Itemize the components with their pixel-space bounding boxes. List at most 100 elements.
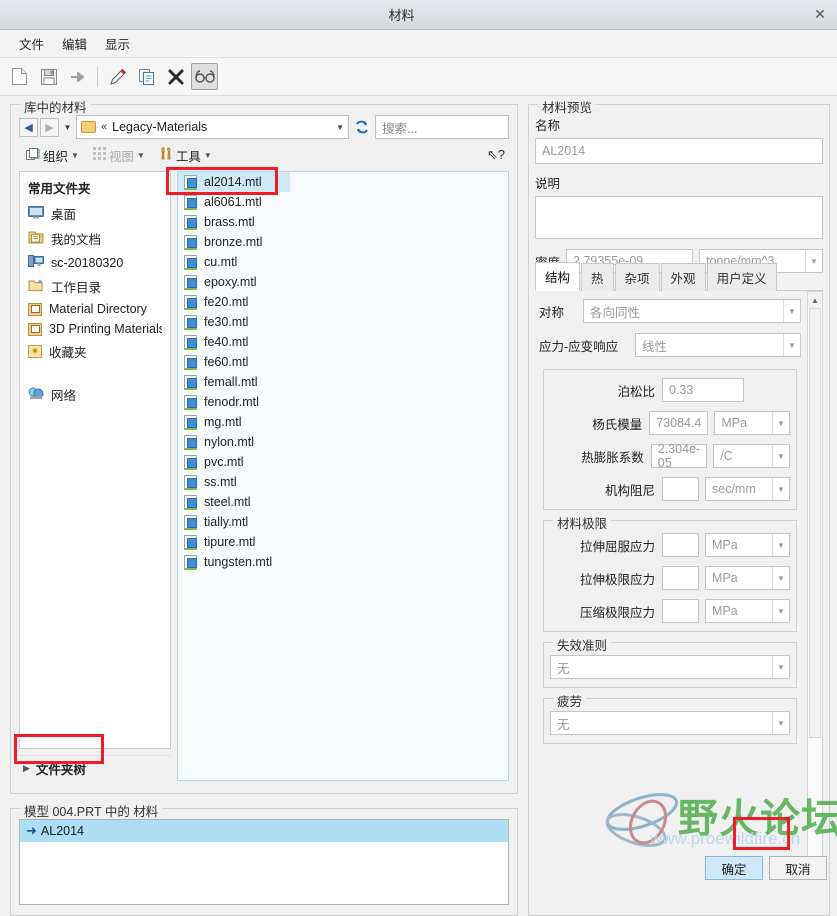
folder-tree-toggle[interactable]: ▶ 文件夹树 bbox=[19, 755, 171, 781]
apply-arrow-button[interactable] bbox=[64, 63, 91, 90]
history-dropdown-icon[interactable]: ▼ bbox=[61, 118, 74, 137]
tab-user-defined[interactable]: 用户定义 bbox=[706, 263, 777, 291]
working-directory-icon bbox=[28, 278, 44, 295]
breadcrumb-path[interactable]: Legacy-Materials bbox=[112, 120, 207, 134]
tab-structure[interactable]: 结构 bbox=[535, 262, 581, 291]
tensile-ultimate-input[interactable] bbox=[662, 566, 699, 590]
tab-misc[interactable]: 杂项 bbox=[614, 263, 660, 291]
file-list-item[interactable]: brass.mtl bbox=[178, 212, 508, 232]
chevron-down-icon: ▼ bbox=[783, 300, 800, 322]
delete-button[interactable] bbox=[162, 63, 189, 90]
save-button[interactable] bbox=[35, 63, 62, 90]
file-name: bronze.mtl bbox=[204, 235, 263, 249]
material-description-input[interactable] bbox=[535, 196, 823, 239]
file-list-item[interactable]: bronze.mtl bbox=[178, 232, 508, 252]
file-list-item[interactable]: tipure.mtl bbox=[178, 532, 508, 552]
file-list-item[interactable]: tially.mtl bbox=[178, 512, 508, 532]
file-list-item[interactable]: fe20.mtl bbox=[178, 292, 508, 312]
compressive-ultimate-input[interactable] bbox=[662, 599, 699, 623]
view-toggle-button[interactable] bbox=[191, 63, 218, 90]
young-modulus-input[interactable]: 73084.4 bbox=[649, 411, 709, 435]
file-list-item[interactable]: tungsten.mtl bbox=[178, 552, 508, 572]
mechanism-damping-input[interactable] bbox=[662, 477, 699, 501]
scroll-up-button[interactable]: ▲ bbox=[808, 292, 822, 308]
file-list-item[interactable]: fenodr.mtl bbox=[178, 392, 508, 412]
model-materials-group: 模型 004.PRT 中的 材料 ➜ AL2014 bbox=[10, 801, 518, 916]
tools-icon bbox=[159, 146, 173, 164]
fatigue-select[interactable]: 无 ▼ bbox=[550, 711, 790, 735]
chevron-down-icon: ▼ bbox=[772, 534, 789, 556]
back-button[interactable]: ◀ bbox=[19, 117, 38, 137]
file-list-item[interactable]: fe30.mtl bbox=[178, 312, 508, 332]
tab-thermal[interactable]: 热 bbox=[581, 263, 614, 291]
thermal-expansion-unit-select[interactable]: /C ▼ bbox=[713, 444, 790, 468]
symmetry-select[interactable]: 各向同性 ▼ bbox=[583, 299, 801, 323]
tab-appearance[interactable]: 外观 bbox=[660, 263, 706, 291]
sidebar-item-network[interactable]: 网络 bbox=[20, 382, 170, 407]
sidebar-item-3d-printing-materials[interactable]: 3D Printing Materials bbox=[20, 319, 170, 339]
scrollbar-thumb[interactable] bbox=[809, 308, 821, 738]
file-list-item[interactable]: epoxy.mtl bbox=[178, 272, 508, 292]
material-file-icon bbox=[184, 294, 197, 310]
tensile-yield-label: 拉伸屈服应力 bbox=[579, 539, 655, 554]
refresh-button[interactable] bbox=[351, 115, 373, 139]
chevron-down-icon: ▼ bbox=[136, 150, 145, 160]
material-file-icon bbox=[184, 534, 197, 550]
file-list-item[interactable]: mg.mtl bbox=[178, 412, 508, 432]
organize-icon bbox=[26, 147, 40, 164]
search-input[interactable]: 搜索... bbox=[375, 115, 509, 139]
help-cursor-icon[interactable]: ⇖? bbox=[487, 147, 509, 163]
sidebar-item-favorites[interactable]: ✷ 收藏夹 bbox=[20, 339, 170, 364]
sidebar-item-computer[interactable]: sc-20180320 bbox=[20, 251, 170, 274]
sidebar-item-my-documents[interactable]: 我的文档 bbox=[20, 226, 170, 251]
grid-view-icon bbox=[92, 147, 106, 163]
menu-display[interactable]: 显示 bbox=[96, 30, 139, 57]
material-name-input[interactable]: AL2014 bbox=[535, 138, 823, 164]
file-list[interactable]: al2014.mtl al6061.mtl brass.mtl bronze.m… bbox=[177, 171, 509, 781]
copy-button[interactable] bbox=[133, 63, 160, 90]
menu-file[interactable]: 文件 bbox=[10, 30, 53, 57]
tensile-yield-input[interactable] bbox=[662, 533, 699, 557]
toolbar-separator bbox=[97, 66, 98, 87]
file-list-item[interactable]: al6061.mtl bbox=[178, 192, 508, 212]
compressive-ultimate-unit-select[interactable]: MPa ▼ bbox=[705, 599, 790, 623]
window-title: 材料 bbox=[388, 8, 415, 23]
list-item[interactable]: ➜ AL2014 bbox=[20, 820, 508, 842]
forward-button[interactable]: ▶ bbox=[40, 117, 59, 137]
material-file-icon bbox=[184, 254, 197, 270]
address-bar[interactable]: « Legacy-Materials ▼ bbox=[76, 115, 349, 139]
file-list-item[interactable]: al2014.mtl bbox=[178, 172, 290, 192]
mechanism-damping-row: 机构阻尼 sec/mm ▼ bbox=[550, 477, 790, 501]
file-list-item[interactable]: pvc.mtl bbox=[178, 452, 508, 472]
file-list-item[interactable]: ss.mtl bbox=[178, 472, 508, 492]
file-list-item[interactable]: fe40.mtl bbox=[178, 332, 508, 352]
tensile-ultimate-unit-select[interactable]: MPa ▼ bbox=[705, 566, 790, 590]
organize-button[interactable]: 组织 ▼ bbox=[21, 144, 84, 167]
file-list-item[interactable]: fe60.mtl bbox=[178, 352, 508, 372]
failure-criterion-select[interactable]: 无 ▼ bbox=[550, 655, 790, 679]
tools-button[interactable]: 工具 ▼ bbox=[154, 144, 217, 167]
thermal-expansion-input[interactable]: 2.304e-05 bbox=[650, 442, 708, 470]
view-button[interactable]: 视图 ▼ bbox=[88, 144, 150, 167]
tensile-yield-unit-select[interactable]: MPa ▼ bbox=[705, 533, 790, 557]
sidebar-item-desktop[interactable]: 桌面 bbox=[20, 201, 170, 226]
model-material-list[interactable]: ➜ AL2014 bbox=[19, 819, 509, 905]
file-list-item[interactable]: nylon.mtl bbox=[178, 432, 508, 452]
sidebar-item-material-directory[interactable]: Material Directory bbox=[20, 299, 170, 319]
file-list-item[interactable]: steel.mtl bbox=[178, 492, 508, 512]
new-file-button[interactable] bbox=[6, 63, 33, 90]
stress-strain-select[interactable]: 线性 ▼ bbox=[635, 333, 801, 357]
name-label: 名称 bbox=[535, 119, 561, 133]
mechanism-damping-unit-select[interactable]: sec/mm ▼ bbox=[705, 477, 790, 501]
chevron-down-icon[interactable]: ▼ bbox=[336, 123, 344, 132]
file-list-item[interactable]: cu.mtl bbox=[178, 252, 508, 272]
preview-scrollbar[interactable]: ▲ ▼ bbox=[807, 291, 823, 875]
file-list-item[interactable]: femall.mtl bbox=[178, 372, 508, 392]
edit-button[interactable] bbox=[104, 63, 131, 90]
poisson-ratio-input[interactable]: 0.33 bbox=[662, 378, 744, 402]
young-modulus-unit-select[interactable]: MPa ▼ bbox=[714, 411, 790, 435]
close-icon[interactable]: ✕ bbox=[803, 1, 837, 29]
sidebar-item-working-directory[interactable]: 工作目录 bbox=[20, 274, 170, 299]
scrollbar-track[interactable] bbox=[808, 308, 822, 858]
menu-edit[interactable]: 编辑 bbox=[53, 30, 96, 57]
